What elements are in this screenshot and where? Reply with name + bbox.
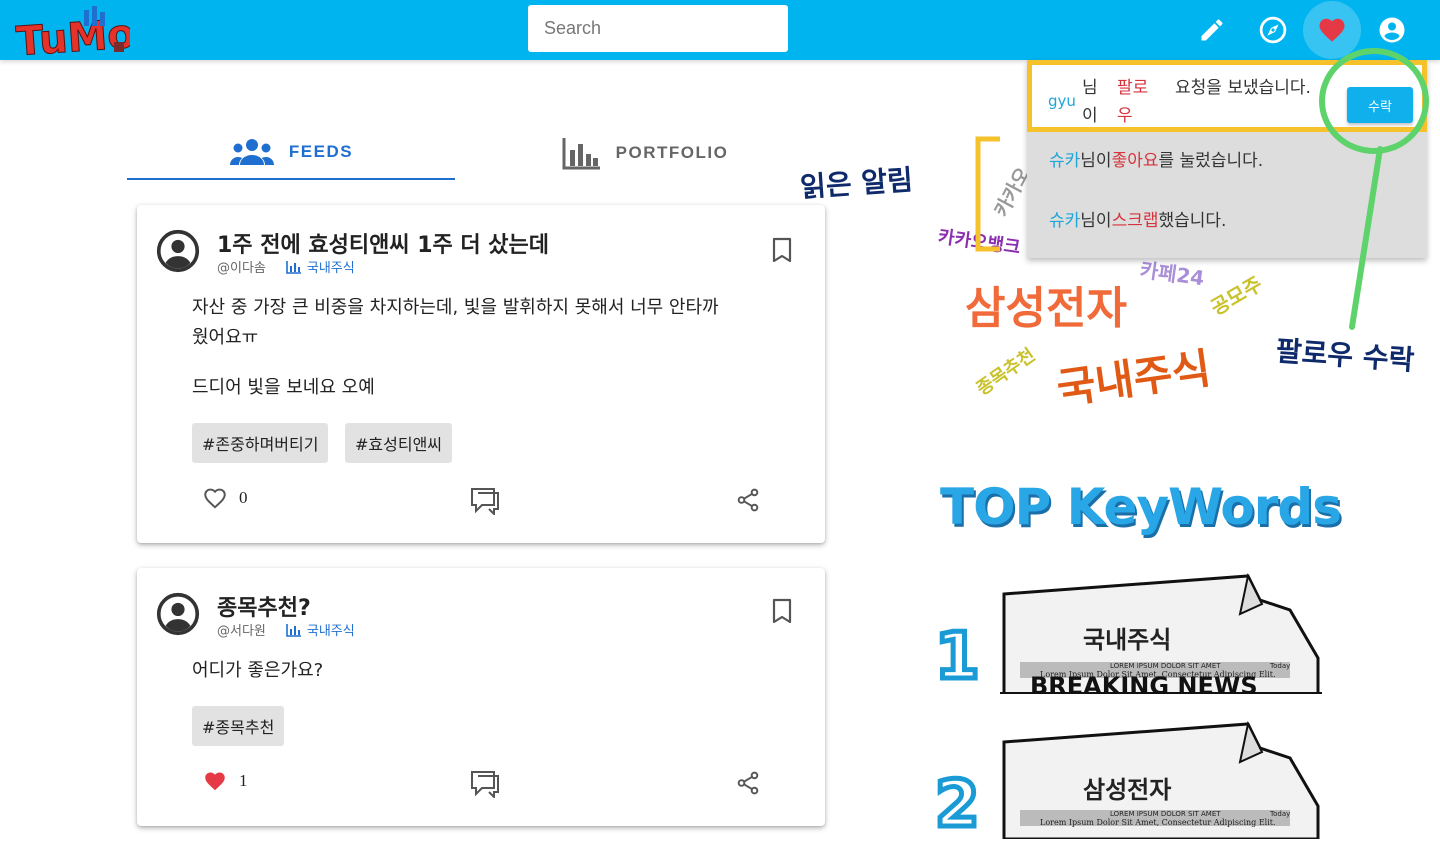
notification-action: 팔로우 bbox=[1117, 78, 1149, 126]
heart-filled-icon bbox=[205, 772, 225, 791]
search-input[interactable] bbox=[528, 5, 788, 52]
post-meta: @서다원 국내주식 bbox=[217, 620, 355, 639]
news-small-sub: Lorem Ipsum Dolor Sit Amet, Consectetur … bbox=[1040, 818, 1276, 827]
post-category[interactable]: 국내주식 bbox=[286, 257, 355, 276]
notification-item[interactable]: 슈카님이좋아요를 눌렀습니다. bbox=[1049, 146, 1263, 171]
wordcloud-word: 국내주식 bbox=[1053, 343, 1214, 414]
rank-number: 1 bbox=[933, 618, 982, 697]
wordcloud-word: 카페24 bbox=[1138, 257, 1206, 291]
notification-action: 좋아요 bbox=[1111, 151, 1159, 171]
share-icon[interactable] bbox=[735, 770, 761, 796]
post-body-line: 드디어 빛을 보네요 오예 bbox=[192, 377, 375, 398]
top-app-bar: TuMo bbox=[0, 0, 1440, 60]
edit-button[interactable] bbox=[1183, 1, 1241, 59]
annotation-read-alert: 읽은 알림 bbox=[799, 163, 914, 204]
heart-outline-icon bbox=[204, 488, 226, 509]
svg-text:TuMo: TuMo bbox=[15, 11, 130, 58]
post-body-line: 웠어요ㅠ bbox=[192, 327, 259, 348]
post-title[interactable]: 종목추천? bbox=[217, 590, 311, 622]
post-title[interactable]: 1주 전에 효성티앤씨 1주 더 샀는데 bbox=[217, 227, 549, 259]
wordcloud-word: 종목추천 bbox=[972, 344, 1040, 400]
accept-button[interactable]: 수락 bbox=[1347, 87, 1413, 123]
edit-icon bbox=[1201, 19, 1223, 41]
post-card[interactable]: 종목추천? @서다원 국내주식 어디가 좋은가요? #종목추천 1 bbox=[137, 568, 825, 826]
notification-user[interactable]: 슈카 bbox=[1049, 151, 1080, 171]
post-author[interactable]: @이다솜 bbox=[217, 257, 266, 276]
post-card[interactable]: 1주 전에 효성티앤씨 1주 더 샀는데 @이다솜 국내주식 자산 중 가장 큰… bbox=[137, 205, 825, 543]
tab-feeds-label: FEEDS bbox=[288, 141, 354, 161]
bar-chart-icon bbox=[286, 623, 301, 637]
news-big-text: BREAKING NEWS bbox=[1030, 672, 1258, 694]
like-count: 1 bbox=[239, 771, 248, 790]
post-body: 어디가 좋은가요? bbox=[192, 656, 772, 686]
tag-chip[interactable]: #효성티앤씨 bbox=[345, 423, 453, 463]
notification-text: 님이 bbox=[1080, 151, 1112, 171]
post-category-label: 국내주식 bbox=[306, 624, 355, 639]
keyword-card-2[interactable]: 2 LOREM IPSUM DOLOR SIT AMET Today Lorem… bbox=[933, 718, 1325, 842]
notifications-dropdown: gyu 님이 팔로우 요청을 보냈습니다. 수락 슈카님이좋아요를 눌렀습니다.… bbox=[1027, 60, 1427, 258]
notification-user[interactable]: 슈카 bbox=[1049, 211, 1080, 231]
post-meta: @이다솜 국내주식 bbox=[217, 257, 355, 276]
like-count: 0 bbox=[239, 488, 248, 507]
notification-text: 님이 bbox=[1082, 78, 1098, 126]
notification-text: 요청을 보냈습니다. bbox=[1175, 78, 1311, 98]
bookmark-icon[interactable] bbox=[771, 237, 793, 263]
top-keywords-heading: TOP KeyWords bbox=[940, 478, 1342, 536]
keyword-card-1[interactable]: 1 LOREM IPSUM DOLOR SIT AMET Today Lorem… bbox=[933, 570, 1325, 697]
post-body-line: 자산 중 가장 큰 비중을 차지하는데, 빛을 발휘하지 못해서 너무 안타까 bbox=[192, 297, 719, 318]
group-icon bbox=[229, 138, 274, 165]
post-body-line: 어디가 좋은가요? bbox=[192, 660, 324, 681]
comment-icon[interactable] bbox=[470, 485, 500, 515]
post-author[interactable]: @서다원 bbox=[217, 620, 266, 639]
tab-feeds[interactable]: FEEDS bbox=[127, 125, 455, 180]
wordcloud-word: 카카오뱅크 bbox=[936, 226, 1022, 259]
bookmark-icon[interactable] bbox=[771, 598, 793, 624]
wordcloud-word: 공모주 bbox=[1206, 271, 1267, 320]
notification-text: 했습니다. bbox=[1158, 211, 1227, 231]
wordcloud-word: 삼성전자 bbox=[965, 283, 1127, 334]
notification-text: 를 눌렀습니다. bbox=[1158, 151, 1264, 171]
tab-portfolio-label: PORTFOLIO bbox=[615, 142, 729, 162]
account-button[interactable] bbox=[1363, 1, 1421, 59]
avatar-icon bbox=[156, 229, 200, 273]
news-small-text: LOREM IPSUM DOLOR SIT AMET bbox=[1110, 810, 1221, 818]
share-icon[interactable] bbox=[735, 487, 761, 513]
rank-number: 2 bbox=[933, 766, 982, 842]
tag-chip[interactable]: #존중하며버티기 bbox=[192, 423, 329, 463]
post-category-label: 국내주식 bbox=[306, 261, 355, 276]
account-icon bbox=[1379, 17, 1405, 43]
bar-chart-icon bbox=[562, 137, 600, 169]
tumo-logo[interactable]: TuMo bbox=[14, 6, 130, 58]
bar-chart-icon bbox=[286, 260, 301, 274]
post-category[interactable]: 국내주식 bbox=[286, 620, 355, 639]
tag-chip[interactable]: #종목추천 bbox=[192, 706, 285, 746]
keyword-title: 삼성전자 bbox=[1083, 776, 1172, 804]
notification-text: 님이 bbox=[1080, 211, 1112, 231]
tab-portfolio[interactable]: PORTFOLIO bbox=[510, 125, 780, 180]
post-body: 자산 중 가장 큰 비중을 차지하는데, 빛을 발휘하지 못해서 너무 안타까 … bbox=[192, 293, 772, 403]
notification-item[interactable]: 슈카님이스크랩했습니다. bbox=[1049, 206, 1226, 231]
like-button[interactable]: 0 bbox=[201, 485, 248, 511]
keyword-title: 국내주식 bbox=[1083, 626, 1172, 654]
notification-action: 스크랩 bbox=[1111, 211, 1159, 231]
news-small-date: Today bbox=[1269, 810, 1290, 818]
like-button[interactable]: 1 bbox=[201, 768, 248, 794]
heart-icon bbox=[1319, 18, 1345, 42]
news-small-text: LOREM IPSUM DOLOR SIT AMET bbox=[1110, 662, 1221, 670]
notification-user[interactable]: gyu bbox=[1048, 92, 1076, 110]
notification-follow-request[interactable]: gyu 님이 팔로우 요청을 보냈습니다. 수락 bbox=[1027, 60, 1427, 132]
annotation-follow-accept: 팔로우 수락 bbox=[1274, 334, 1416, 377]
comment-icon[interactable] bbox=[470, 768, 500, 798]
explore-button[interactable] bbox=[1244, 1, 1302, 59]
news-small-date: Today bbox=[1269, 662, 1290, 670]
avatar-icon bbox=[156, 592, 200, 636]
compass-icon bbox=[1259, 16, 1287, 44]
notifications-button[interactable] bbox=[1303, 1, 1361, 59]
